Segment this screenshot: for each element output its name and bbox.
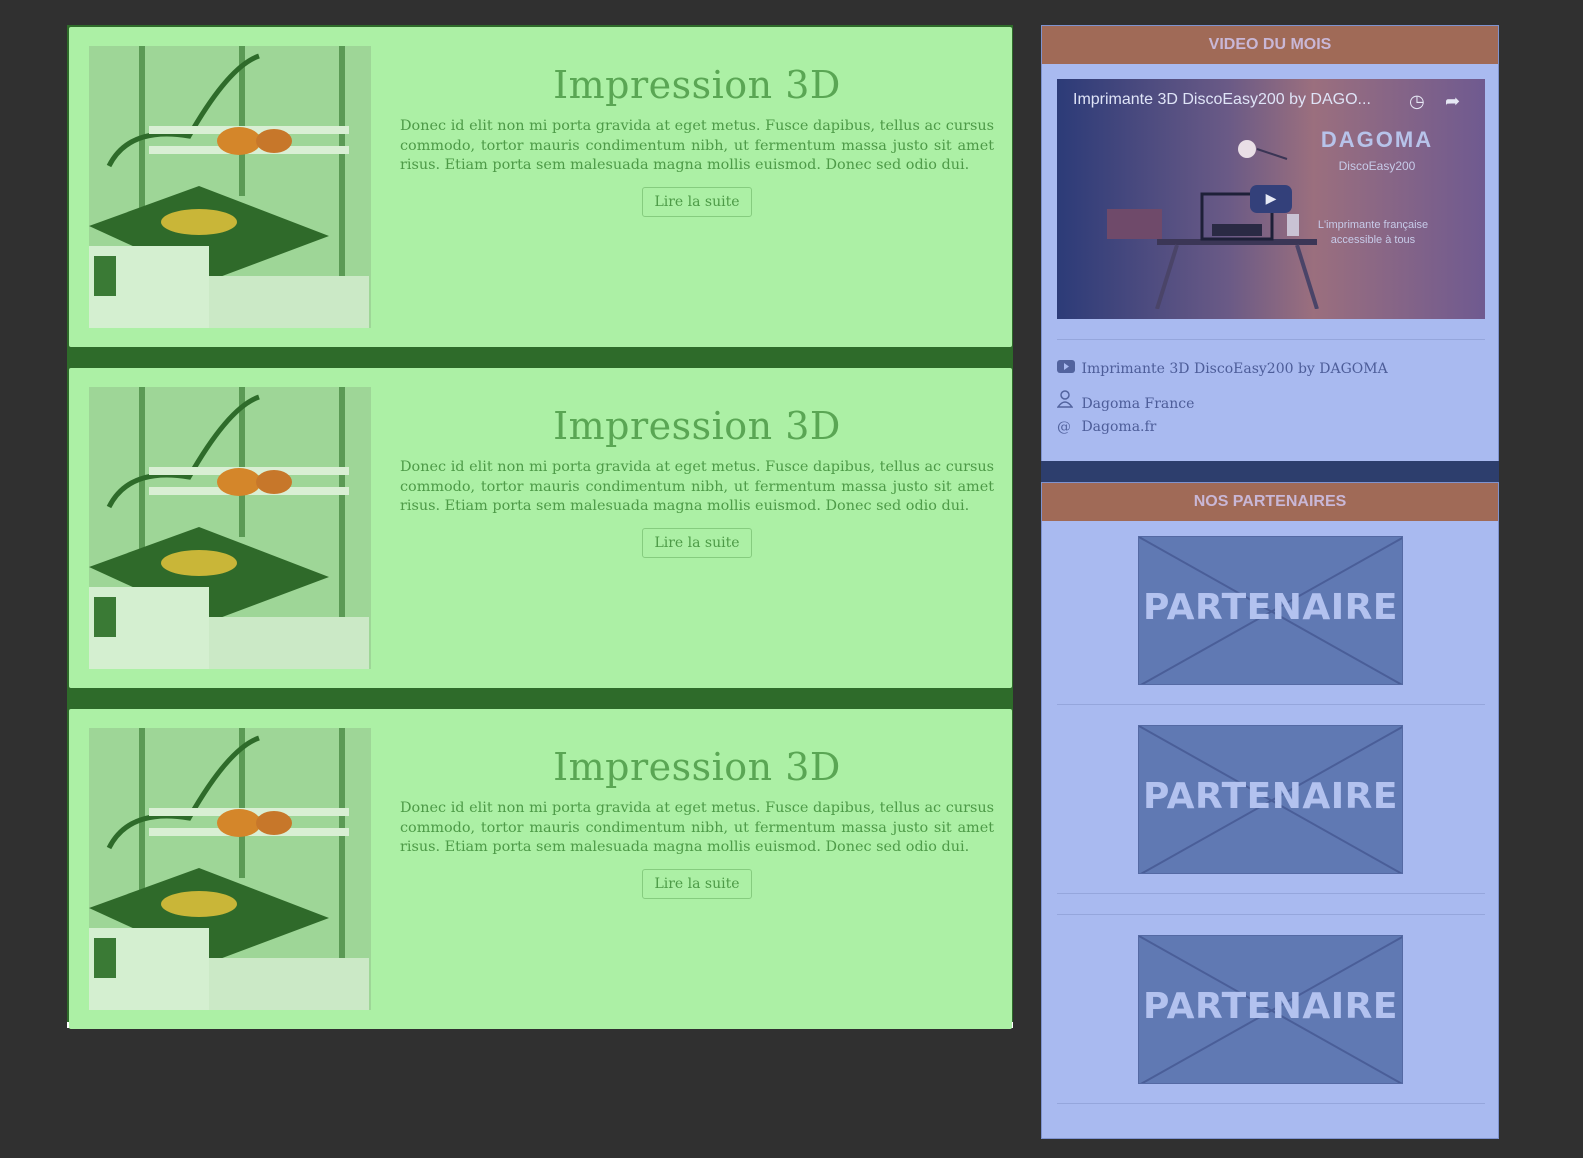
model-name: DiscoEasy200	[1338, 159, 1416, 173]
divider	[1057, 914, 1485, 915]
article-card: Impression 3D Donec id elit non mi porta…	[69, 368, 1012, 688]
youtube-icon	[1057, 360, 1077, 377]
read-more-button[interactable]: Lire la suite	[642, 868, 752, 899]
play-button[interactable]: ▶	[1250, 185, 1292, 213]
partner-label: PARTENAIRE	[1143, 986, 1398, 1027]
partners-panel: NOS PARTENAIRES PARTENAIRE PARTENAIRE PA…	[1041, 482, 1499, 1139]
divider	[1057, 893, 1485, 894]
partner-label: PARTENAIRE	[1143, 587, 1398, 628]
article-card: Impression 3D Donec id elit non mi porta…	[69, 27, 1012, 347]
printer-image	[89, 728, 371, 1010]
article-card: Impression 3D Donec id elit non mi porta…	[69, 709, 1012, 1029]
article-title: Impression 3D	[553, 404, 841, 448]
partner-logo[interactable]: PARTENAIRE	[1138, 935, 1403, 1084]
watch-later-icon[interactable]: ◷	[1409, 91, 1429, 112]
article-text: Donec id elit non mi porta gravida at eg…	[400, 459, 994, 514]
divider	[1057, 1103, 1485, 1104]
partners-panel-header: NOS PARTENAIRES	[1042, 483, 1498, 521]
user-icon	[1056, 390, 1077, 412]
partner-logo[interactable]: PARTENAIRE	[1138, 536, 1403, 685]
at-icon: @	[1057, 419, 1071, 435]
article-thumbnail[interactable]	[89, 387, 371, 669]
printer-image	[89, 46, 371, 328]
video-link-label: Imprimante 3D DiscoEasy200 by DAGOMA	[1081, 361, 1388, 377]
website-link-label: Dagoma.fr	[1081, 419, 1157, 435]
printer-image	[89, 387, 371, 669]
video-panel: VIDEO DU MOIS Imprimante 3D DiscoEasy200…	[1041, 25, 1499, 462]
article-text: Donec id elit non mi porta gravida at eg…	[400, 800, 994, 855]
video-title[interactable]: Imprimante 3D DiscoEasy200 by DAGO...	[1073, 91, 1371, 109]
read-more-button[interactable]: Lire la suite	[642, 527, 752, 558]
partner-logo[interactable]: PARTENAIRE	[1138, 725, 1403, 874]
article-thumbnail[interactable]	[89, 46, 371, 328]
channel-link-label: Dagoma France	[1081, 396, 1195, 412]
article-text: Donec id elit non mi porta gravida at eg…	[400, 118, 994, 173]
read-more-button[interactable]: Lire la suite	[642, 186, 752, 217]
website-link[interactable]: @ Dagoma.fr	[1057, 419, 1156, 435]
partner-label: PARTENAIRE	[1143, 776, 1398, 817]
video-panel-header: VIDEO DU MOIS	[1042, 26, 1498, 64]
article-thumbnail[interactable]	[89, 728, 371, 1010]
brand-logo: DAGOMA	[1320, 127, 1434, 152]
video-player[interactable]: Imprimante 3D DiscoEasy200 by DAGO... ◷ …	[1057, 79, 1485, 319]
divider	[1057, 339, 1485, 340]
sidebar-separator	[1041, 461, 1499, 483]
channel-link[interactable]: Dagoma France	[1056, 390, 1195, 412]
articles-column: Impression 3D Donec id elit non mi porta…	[67, 25, 1013, 1029]
share-icon[interactable]: ➦	[1445, 91, 1465, 112]
video-tagline: L'imprimante française accessible à tous	[1317, 219, 1429, 246]
video-link[interactable]: Imprimante 3D DiscoEasy200 by DAGOMA	[1057, 360, 1388, 377]
article-title: Impression 3D	[553, 63, 841, 107]
article-title: Impression 3D	[553, 745, 841, 789]
divider	[1057, 704, 1485, 705]
